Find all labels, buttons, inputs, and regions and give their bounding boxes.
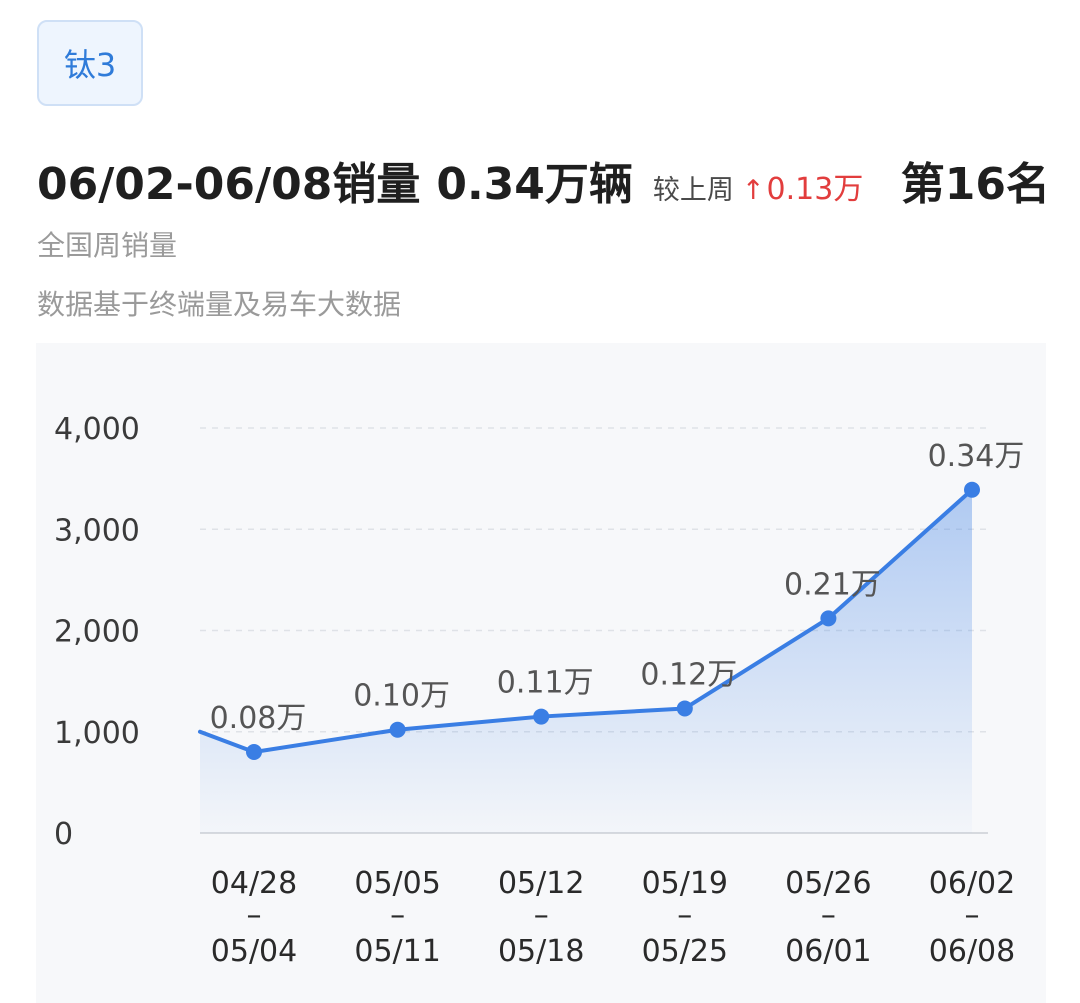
sales-headline: 06/02-06/08销量 0.34万辆 较上周 ↑ 0.13万 第16名 xyxy=(37,148,1050,212)
x-tick-label-start: 04/28 xyxy=(211,866,297,901)
x-tick-label-end: 06/08 xyxy=(929,934,1015,969)
compare-label: 较上周 xyxy=(652,175,734,206)
data-point xyxy=(533,708,550,725)
arrow-up-icon: ↑ xyxy=(741,175,765,206)
data-label: 0.21万 xyxy=(784,567,881,602)
data-label: 0.12万 xyxy=(640,657,737,692)
x-tick-label-start: 05/05 xyxy=(354,866,440,901)
x-tick-label-sep: – xyxy=(965,898,980,933)
x-tick-label-end: 05/04 xyxy=(211,934,297,969)
data-label: 0.34万 xyxy=(928,439,1025,474)
data-point xyxy=(246,744,262,760)
x-tick-label-sep: – xyxy=(677,898,692,933)
y-tick-label: 2,000 xyxy=(54,615,140,650)
x-tick-label-start: 06/02 xyxy=(929,866,1015,901)
data-label: 0.08万 xyxy=(210,701,307,736)
x-tick-label-end: 06/01 xyxy=(785,934,871,969)
data-point xyxy=(676,700,693,717)
x-tick-label-start: 05/19 xyxy=(642,866,728,901)
sales-value: 0.34万辆 xyxy=(436,159,633,210)
y-tick-label: 0 xyxy=(54,817,73,852)
x-tick-label-end: 05/25 xyxy=(642,934,728,969)
data-point xyxy=(389,721,406,738)
x-tick-label-sep: – xyxy=(390,898,405,933)
x-tick-label-end: 05/18 xyxy=(498,934,584,969)
y-tick-label: 1,000 xyxy=(54,716,140,751)
sales-chart: 0 1,000 2,000 3,000 4,000 0.08万 0.10万 0.11万 0.12… xyxy=(54,412,1025,969)
data-point xyxy=(964,481,980,498)
x-tick-label-end: 05/11 xyxy=(354,934,440,969)
y-tick-label: 4,000 xyxy=(54,412,140,447)
model-tag[interactable]: 钛3 xyxy=(37,20,143,106)
data-label: 0.10万 xyxy=(353,679,450,714)
x-tick-label-start: 05/26 xyxy=(785,866,871,901)
data-point xyxy=(820,610,837,627)
x-tick-label-start: 05/12 xyxy=(498,866,584,901)
x-tick-label-sep: – xyxy=(247,898,262,933)
rank-label: 第16名 xyxy=(900,159,1050,210)
sales-chart-card: 0 1,000 2,000 3,000 4,000 0.08万 0.10万 0.11万 0.12… xyxy=(36,343,1046,1003)
change-value: 0.13万 xyxy=(766,172,864,207)
x-tick-label-sep: – xyxy=(534,898,549,933)
chart-subtitle: 全国周销量 xyxy=(37,229,178,262)
data-label: 0.11万 xyxy=(497,666,594,701)
y-tick-label: 3,000 xyxy=(54,513,140,548)
x-tick-label-sep: – xyxy=(821,898,836,933)
period-sales-label: 06/02-06/08销量 xyxy=(37,159,421,210)
series-area xyxy=(200,489,972,833)
source-note: 数据基于终端量及易车大数据 xyxy=(37,288,402,321)
model-tag-label: 钛3 xyxy=(63,46,117,84)
